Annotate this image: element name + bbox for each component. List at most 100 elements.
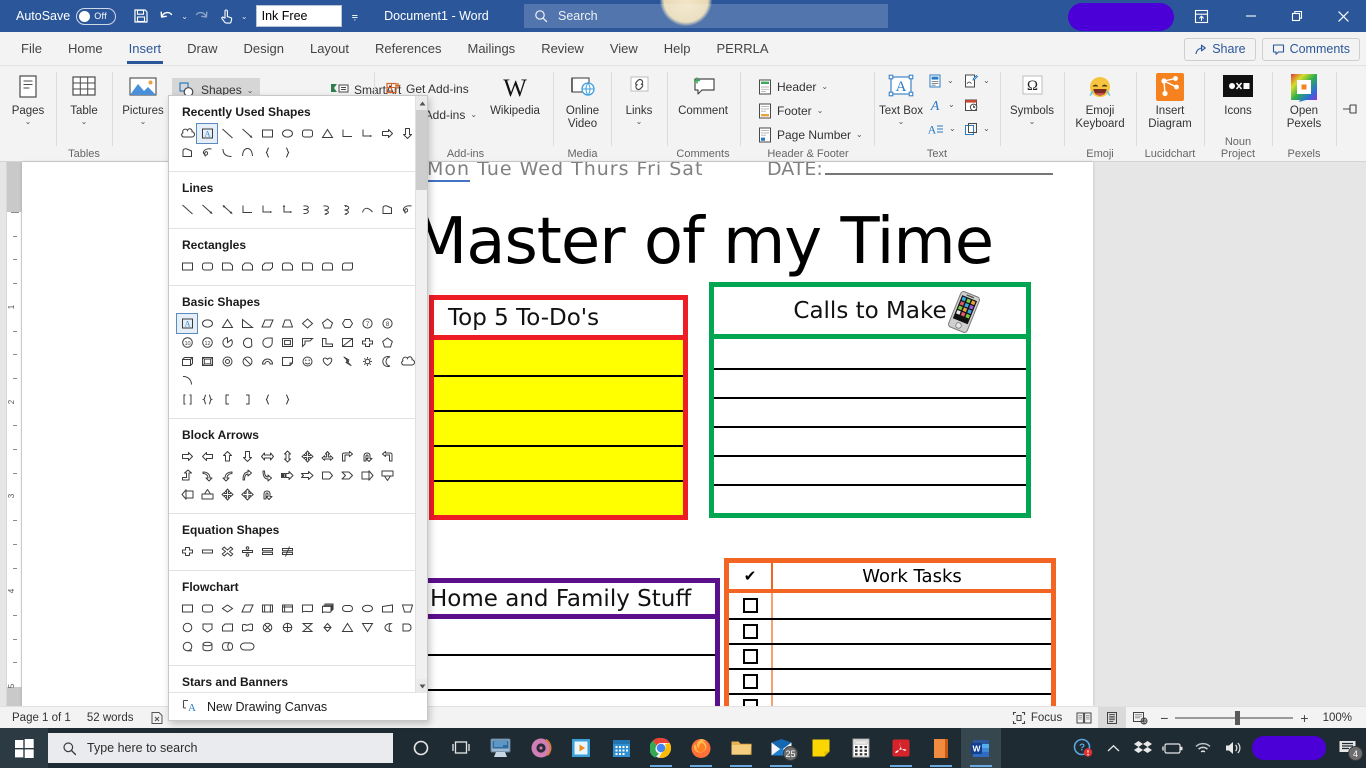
signature-line-button[interactable]: ⌄	[962, 70, 992, 91]
shapes-scroll-region[interactable]: Recently Used Shapes A Lines Rectangles …	[169, 96, 417, 693]
action-center-icon[interactable]: 4	[1330, 728, 1366, 768]
flowchart-sequential-access-storage[interactable]	[177, 637, 197, 656]
list-row[interactable]	[434, 375, 683, 410]
minimize-icon[interactable]	[1228, 0, 1274, 32]
help-alert-icon[interactable]: ?	[1068, 728, 1098, 768]
shape-lightning-bolt[interactable]	[337, 352, 357, 371]
shape-right-arrow[interactable]	[377, 124, 397, 143]
shape-isosceles-triangle[interactable]	[217, 314, 237, 333]
shape-down-arrow-callout[interactable]	[377, 466, 397, 485]
flowchart-decision[interactable]	[217, 599, 237, 618]
shape-down-arrow[interactable]	[237, 447, 257, 466]
shape-striped-right-arrow[interactable]	[277, 466, 297, 485]
page-indicator[interactable]: Page 1 of 1	[4, 707, 79, 729]
shape-right-arrow-callout[interactable]	[357, 466, 377, 485]
word-count[interactable]: 52 words	[79, 707, 142, 729]
shape-scribble[interactable]	[197, 143, 217, 162]
list-row[interactable]	[434, 445, 683, 480]
table-row[interactable]	[729, 668, 1051, 693]
shape-trapezoid[interactable]	[277, 314, 297, 333]
shape-left-right-arrow-callout[interactable]	[237, 485, 257, 504]
wifi-icon[interactable]	[1188, 728, 1218, 768]
shape-elbow-connector[interactable]	[337, 124, 357, 143]
online-video-button[interactable]: Online Video	[556, 66, 609, 142]
checkbox[interactable]	[742, 674, 758, 689]
shape-line-arrow[interactable]	[237, 124, 257, 143]
text-box-button[interactable]: A Text Box ⌄	[878, 66, 924, 142]
chevron-down-icon[interactable]: ⌄	[898, 117, 905, 127]
shape-bent-arrow[interactable]	[337, 447, 357, 466]
sticky-notes-icon[interactable]	[801, 728, 841, 768]
chevron-down-icon[interactable]: ⌄	[983, 76, 990, 85]
shape-line[interactable]	[217, 124, 237, 143]
shape-left-bracket[interactable]	[217, 390, 237, 409]
shape-snip-same-side-corner-rectangle[interactable]	[237, 257, 257, 276]
calendar-icon[interactable]	[601, 728, 641, 768]
shape-round-same-side-corner-rectangle[interactable]	[317, 257, 337, 276]
chevron-down-icon[interactable]: ⌄	[81, 117, 88, 127]
comments-button[interactable]: Comments	[1261, 37, 1360, 61]
pages-button[interactable]: Pages ⌄	[4, 66, 52, 138]
list-row[interactable]	[425, 654, 715, 689]
shape-heart[interactable]	[317, 352, 337, 371]
ribbon-display-options-icon[interactable]	[1187, 5, 1215, 27]
flowchart-preparation[interactable]	[357, 599, 377, 618]
flowchart-document[interactable]	[297, 599, 317, 618]
touch-mode-icon[interactable]	[214, 3, 240, 29]
flowchart-predefined-process[interactable]	[257, 599, 277, 618]
shape-right-bracket[interactable]	[237, 390, 257, 409]
customize-quick-access-toolbar-icon[interactable]: ⩦	[352, 10, 358, 23]
shape-multiply[interactable]	[217, 542, 237, 561]
shape-elbow-arrow-connector[interactable]	[357, 124, 377, 143]
shape-snip-diagonal-corner-rectangle[interactable]	[257, 257, 277, 276]
flowchart-multidocument[interactable]	[317, 599, 337, 618]
undo-dropdown-caret-icon[interactable]: ⌄	[181, 12, 188, 21]
chevron-down-icon[interactable]: ⌄	[856, 130, 863, 139]
shape-right-brace[interactable]	[277, 390, 297, 409]
flowchart-direct-access-storage[interactable]	[217, 637, 237, 656]
print-layout-icon[interactable]	[1098, 707, 1127, 729]
shape-down-arrow[interactable]	[397, 124, 417, 143]
shape-smiley-face[interactable]	[297, 352, 317, 371]
zoom-in-button[interactable]: +	[1300, 710, 1308, 726]
symbols-button[interactable]: Ω Symbols ⌄	[1004, 66, 1060, 142]
flowchart-delay[interactable]	[397, 618, 417, 637]
shape-equal[interactable]	[257, 542, 277, 561]
media-player-icon[interactable]	[561, 728, 601, 768]
shape-rectangle[interactable]	[177, 257, 197, 276]
flowchart-alternate-process[interactable]	[197, 599, 217, 618]
flowchart-internal-storage[interactable]	[277, 599, 297, 618]
tab-help[interactable]: Help	[651, 32, 704, 66]
shape-pentagon[interactable]	[317, 314, 337, 333]
shape-frame[interactable]	[277, 333, 297, 352]
chevron-down-icon[interactable]: ⌄	[247, 86, 254, 95]
flowchart-summing-junction[interactable]	[257, 618, 277, 637]
box-work-tasks[interactable]: ✔ Work Tasks	[724, 558, 1056, 706]
shape-curved-left-arrow[interactable]	[217, 466, 237, 485]
flowchart-stored-data[interactable]	[377, 618, 397, 637]
open-pexels-button[interactable]: Open Pexels	[1276, 66, 1332, 142]
shape-arc-basic[interactable]	[177, 371, 197, 390]
shape-folded-corner[interactable]	[277, 352, 297, 371]
shape-octagon[interactable]: 8	[377, 314, 397, 333]
undo-icon[interactable]	[154, 3, 180, 29]
shape-curve[interactable]	[217, 143, 237, 162]
list-row[interactable]	[714, 339, 1026, 368]
shape-diagonal-stripe[interactable]	[337, 333, 357, 352]
shape-line[interactable]	[177, 200, 197, 219]
shape-chord[interactable]	[237, 333, 257, 352]
chevron-down-icon[interactable]: ⌄	[25, 117, 32, 127]
shape-decagon[interactable]: 10	[177, 333, 197, 352]
zoom-slider-thumb[interactable]	[1235, 711, 1241, 725]
zoom-slider-track[interactable]	[1175, 711, 1294, 725]
shape-half-frame[interactable]	[297, 333, 317, 352]
shape-freeform[interactable]	[177, 143, 197, 162]
footer-button[interactable]: Footer ⌄	[754, 100, 827, 121]
table-button[interactable]: Table ⌄	[60, 66, 108, 138]
shape-quad-arrow[interactable]	[297, 447, 317, 466]
zoom-out-button[interactable]: −	[1160, 710, 1168, 726]
checkbox[interactable]	[742, 649, 758, 664]
file-explorer-icon[interactable]	[721, 728, 761, 768]
chevron-down-icon[interactable]: ⌄	[140, 117, 147, 127]
shape-snip-single-corner-rectangle[interactable]	[217, 257, 237, 276]
